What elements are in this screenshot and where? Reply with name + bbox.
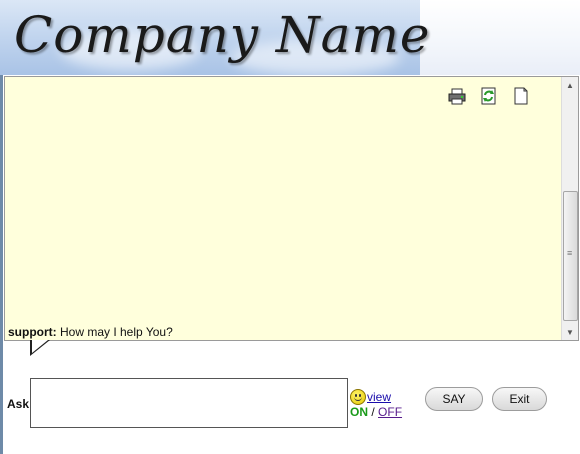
ask-label: Ask <box>7 397 30 411</box>
header-banner: Company Name <box>0 0 580 75</box>
smiley-toggle: ON / OFF <box>350 405 402 419</box>
ask-input[interactable] <box>30 378 348 428</box>
on-off-separator: / <box>371 405 375 419</box>
refresh-icon[interactable] <box>480 87 498 105</box>
chat-toolbar <box>448 87 530 105</box>
chat-message: support: How may I help You? <box>8 325 173 339</box>
exit-button[interactable]: Exit <box>492 387 547 411</box>
print-icon[interactable] <box>448 87 466 105</box>
scroll-up-arrow-icon[interactable]: ▲ <box>562 77 578 93</box>
view-smileys-link[interactable]: view <box>367 390 391 404</box>
scroll-down-arrow-icon[interactable]: ▼ <box>562 324 578 340</box>
smiley-icon[interactable] <box>350 389 366 405</box>
say-button[interactable]: SAY <box>425 387 483 411</box>
message-sender: support: <box>8 325 57 339</box>
sky-highlight <box>420 0 580 75</box>
on-label[interactable]: ON <box>350 405 368 419</box>
speech-bubble-tail-fill <box>32 340 48 353</box>
page-icon[interactable] <box>512 87 530 105</box>
chat-scrollbar[interactable]: ▲ ≡ ▼ <box>561 77 578 340</box>
message-text: How may I help You? <box>60 325 173 339</box>
off-link[interactable]: OFF <box>378 405 402 419</box>
scroll-thumb[interactable]: ≡ <box>563 191 578 321</box>
grip-icon: ≡ <box>567 248 573 258</box>
smiley-mouth <box>354 396 362 401</box>
chat-window: support: How may I help You? ▲ ≡ ▼ <box>4 76 579 341</box>
company-logo: Company Name <box>14 6 431 64</box>
